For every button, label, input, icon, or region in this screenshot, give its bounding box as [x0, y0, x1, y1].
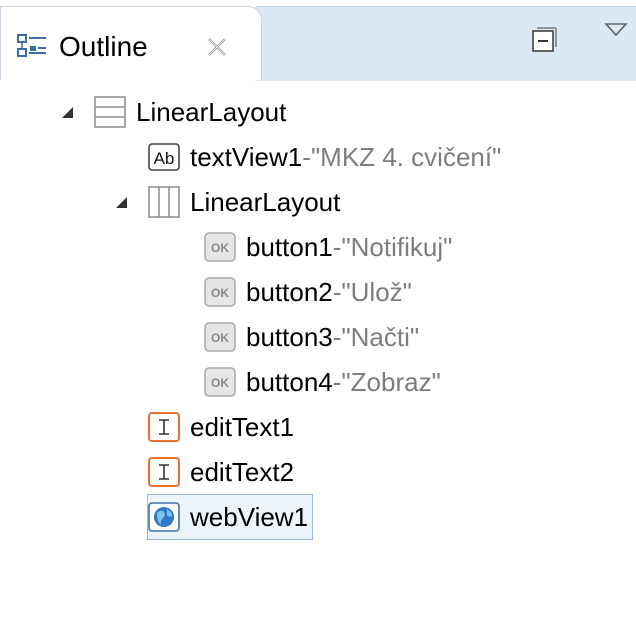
tree-item-name: button3 — [246, 321, 333, 352]
webview-icon — [148, 502, 180, 532]
tree-item-name: textView1 — [190, 141, 303, 172]
tree-item-text: "Načti" — [341, 321, 420, 352]
view-header: Outline — [0, 0, 636, 81]
tree-item-text: "Zobraz" — [341, 366, 441, 397]
tab-outline-label: Outline — [59, 31, 148, 62]
tree-item-separator: - — [332, 321, 342, 352]
svg-text:OK: OK — [211, 241, 229, 255]
expand-toggle-icon[interactable] — [112, 193, 130, 211]
linear-layout-horizontal-icon — [148, 186, 180, 218]
tree-item-text: "Notifikuj" — [341, 231, 453, 262]
outline-icon — [17, 34, 46, 57]
button-icon: OK — [204, 232, 236, 262]
edittext-icon — [148, 457, 180, 487]
tree-item-button3[interactable]: OK button3 - "Načti" — [204, 315, 419, 359]
tree-item-button2[interactable]: OK button2 - "Ulož" — [204, 270, 412, 314]
tree-item-button4[interactable]: OK button4 - "Zobraz" — [204, 360, 441, 404]
outline-tree: LinearLayout Ab textView1 - "MKZ 4. cvičen… — [0, 80, 636, 621]
tree-item-text: "Ulož" — [341, 276, 412, 307]
tree-item-edittext1[interactable]: editText1 — [148, 405, 294, 449]
tree-item-name: LinearLayout — [136, 96, 287, 127]
tree-item-name: webView1 — [190, 501, 309, 532]
tree-item-name: LinearLayout — [190, 186, 341, 217]
button-icon: OK — [204, 277, 236, 307]
tree-item-separator: - — [332, 366, 342, 397]
tree-item-linearlayout[interactable]: LinearLayout — [94, 90, 286, 134]
tree-item-textview1[interactable]: Ab textView1 - "MKZ 4. cvičení" — [148, 135, 501, 179]
collapse-all-icon[interactable] — [530, 26, 558, 54]
tree-item-name: button1 — [246, 231, 333, 262]
view-menu-icon[interactable] — [604, 22, 628, 38]
tab-strip — [255, 6, 636, 81]
tab-outline[interactable]: Outline — [0, 6, 262, 80]
svg-text:OK: OK — [211, 376, 229, 390]
tree-item-edittext2[interactable]: editText2 — [148, 450, 294, 494]
tree-item-text: "MKZ 4. cvičení" — [310, 141, 502, 172]
linear-layout-vertical-icon — [94, 96, 126, 128]
tree-item-linearlayout[interactable]: LinearLayout — [148, 180, 340, 224]
close-icon[interactable] — [205, 35, 229, 59]
svg-text:Ab: Ab — [154, 149, 175, 168]
tree-item-webview1[interactable]: webView1 — [146, 494, 314, 540]
tree-item-separator: - — [332, 231, 342, 262]
edittext-icon — [148, 412, 180, 442]
tree-item-name: editText2 — [190, 456, 295, 487]
button-icon: OK — [204, 322, 236, 352]
svg-text:OK: OK — [211, 331, 229, 345]
svg-text:OK: OK — [211, 286, 229, 300]
textview-icon: Ab — [148, 143, 180, 171]
tree-item-name: editText1 — [190, 411, 295, 442]
button-icon: OK — [204, 367, 236, 397]
tree-item-separator: - — [302, 141, 311, 172]
tree-item-separator: - — [332, 276, 342, 307]
tree-item-name: button4 — [246, 366, 333, 397]
expand-toggle-icon[interactable] — [58, 103, 76, 121]
tree-item-name: button2 — [246, 276, 333, 307]
tree-item-button1[interactable]: OK button1 - "Notifikuj" — [204, 225, 452, 269]
